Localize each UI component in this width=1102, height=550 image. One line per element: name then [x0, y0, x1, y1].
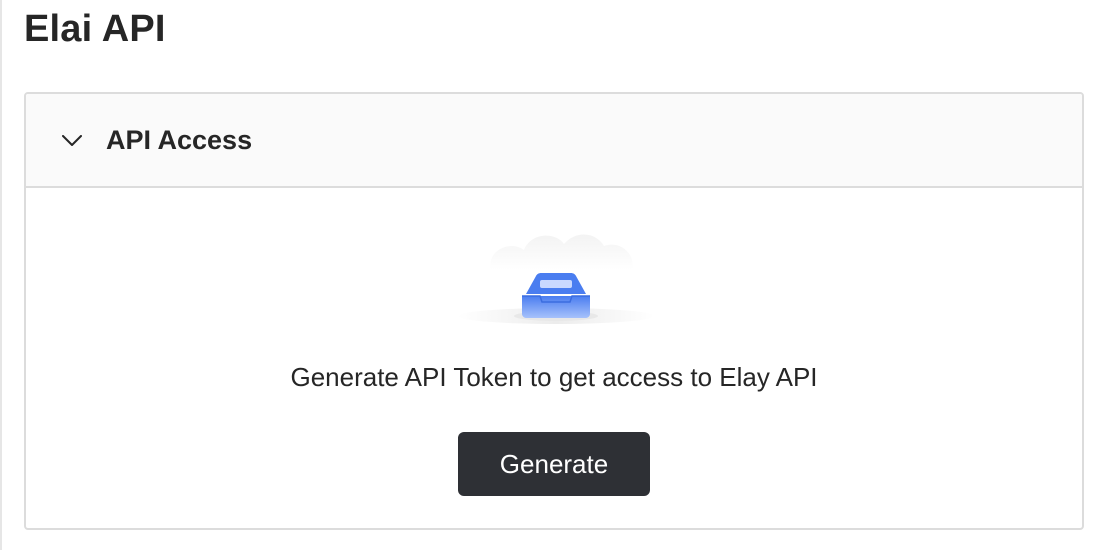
- empty-state-message: Generate API Token to get access to Elay…: [290, 362, 818, 392]
- api-access-panel: API Access Generate API Token to get acc…: [24, 92, 1084, 530]
- page: Elai API API Access Generate API Token t…: [0, 0, 1102, 550]
- page-title: Elai API: [24, 8, 166, 50]
- generate-button[interactable]: Generate: [458, 432, 650, 496]
- panel-body: Generate API Token to get access to Elay…: [26, 188, 1082, 528]
- api-access-panel-header[interactable]: API Access: [26, 94, 1082, 188]
- empty-inbox-icon: [456, 210, 656, 340]
- panel-title: API Access: [106, 124, 253, 155]
- chevron-down-icon[interactable]: [62, 134, 82, 146]
